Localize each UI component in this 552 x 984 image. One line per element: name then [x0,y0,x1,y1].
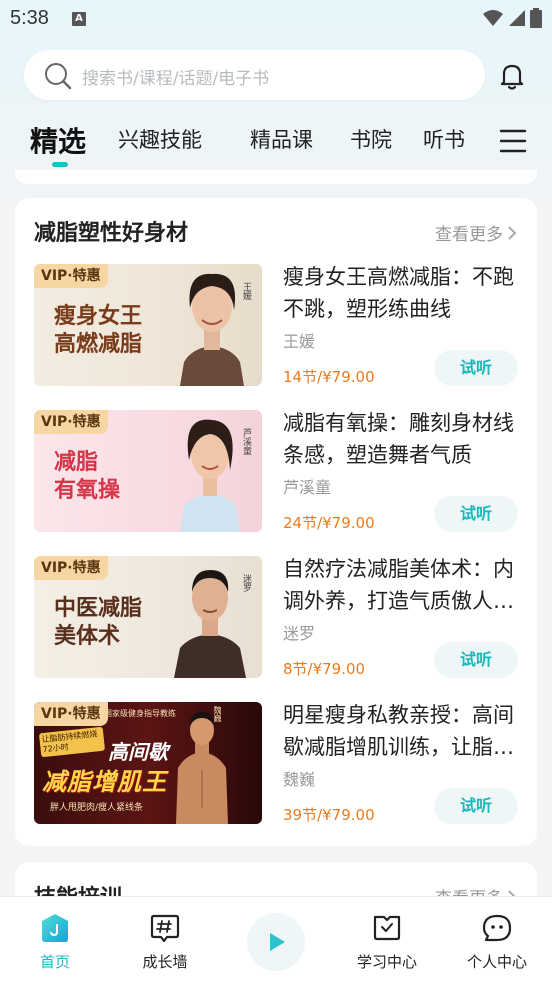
course-title[interactable]: 自然疗法减脂美体术：内调外养，打造气质傲人身材 [283,553,523,617]
thumbnail-line: 瘦身女王 [54,303,143,329]
course-price: 39节/¥79.00 [283,806,375,824]
course-author: 魏巍 [283,770,316,789]
search-row: 搜索书/课程/话题/电子书 [0,50,552,102]
search-placeholder: 搜索书/课程/话题/电子书 [82,69,270,89]
wifi-icon [483,10,503,26]
section-card-fat-loss: 减脂塑性好身材 查看更多 VIP·特惠 瘦身女王 高燃减脂 王媛 瘦身女王高燃减… [15,198,537,846]
course-item[interactable]: VIP·特惠 国家级健身指导教练 让脂肪持续燃烧72小时 高间歇 减脂增肌王 胖… [34,702,524,824]
thumbnail-subtitle: 胖人甩肥肉/瘦人紧线条 [50,803,144,813]
nav-label: 首页 [39,953,70,971]
course-price: 24节/¥79.00 [283,514,375,532]
thumbnail-line: 有氧操 [54,477,121,503]
trial-listen-button[interactable]: 试听 [434,788,518,824]
hashtag-icon [150,914,180,943]
menu-icon[interactable] [499,128,527,154]
instructor-tag: 芦溪童 [241,428,251,455]
course-item[interactable]: VIP·特惠 瘦身女王 高燃减脂 王媛 瘦身女王高燃减脂：不跑不跳，塑形练曲线 … [34,264,524,386]
category-tabs: 精选 兴趣技能 精品课 书院 听书 [0,116,552,170]
thumbnail-caption: 瘦身女王 高燃减脂 [54,302,142,358]
tab-interest-skills[interactable]: 兴趣技能 [118,124,202,154]
system-icons [482,8,542,28]
signal-icon [509,10,525,26]
instructor-tag: 迷罗 [241,574,251,592]
thumbnail-line: 美体术 [54,623,121,649]
audio-play-button[interactable] [247,913,305,971]
see-more-link[interactable]: 查看更多 [435,220,517,245]
vip-discount-badge: VIP·特惠 [34,702,108,726]
course-author: 芦溪童 [283,478,332,497]
thumbnail-burn-badge: 让脂肪持续燃烧72小时 [38,726,106,758]
course-title[interactable]: 减脂有氧操：雕刻身材线条感，塑造舞者气质 [283,407,523,471]
instructor-tag: 魏巍 [213,706,222,722]
course-item[interactable]: VIP·特惠 中医减脂 美体术 迷罗 自然疗法减脂美体术：内调外养，打造气质傲人… [34,556,524,678]
vip-discount-badge: VIP·特惠 [34,410,108,434]
thumbnail-caption: 中医减脂 美体术 [54,594,142,650]
search-input[interactable]: 搜索书/课程/话题/电子书 [24,50,485,100]
thumbnail-caption: 减脂 有氧操 [54,448,120,504]
previous-card-bottom [15,170,537,184]
see-more-label: 查看更多 [435,225,503,245]
search-icon [45,63,72,90]
tab-featured[interactable]: 精选 [30,120,86,160]
vip-discount-badge: VIP·特惠 [34,264,108,288]
status-time: 5:38 [10,7,49,29]
course-thumbnail[interactable]: VIP·特惠 减脂 有氧操 芦溪童 [34,410,262,532]
course-price: 14节/¥79.00 [283,368,375,386]
tab-academy[interactable]: 书院 [350,124,392,154]
course-thumbnail[interactable]: VIP·特惠 国家级健身指导教练 让脂肪持续燃烧72小时 高间歇 减脂增肌王 胖… [34,702,262,824]
tab-active-indicator [52,162,68,167]
battery-icon [530,8,542,28]
thumbnail-line: 高间歇 [108,740,168,764]
course-thumbnail[interactable]: VIP·特惠 中医减脂 美体术 迷罗 [34,556,262,678]
course-price: 8节/¥79.00 [283,660,366,678]
instructor-tag: 王媛 [241,282,251,300]
nav-label: 学习中心 [356,953,417,971]
profile-icon [482,914,512,942]
bottom-navigation: 首页 成长墙 学习中心 个人中心 [0,896,552,984]
thumbnail-line: 减脂增肌王 [42,768,167,796]
bell-icon[interactable] [496,60,528,92]
course-thumbnail[interactable]: VIP·特惠 瘦身女王 高燃减脂 王媛 [34,264,262,386]
trial-listen-button[interactable]: 试听 [434,350,518,386]
trial-listen-button[interactable]: 试听 [434,642,518,678]
play-icon [270,933,285,951]
course-item[interactable]: VIP·特惠 减脂 有氧操 芦溪童 减脂有氧操：雕刻身材线条感，塑造舞者气质 芦… [34,410,524,532]
a-notification-icon: A [72,12,86,26]
vip-discount-badge: VIP·特惠 [34,556,108,580]
nav-label: 个人中心 [466,953,527,971]
chevron-right-icon [508,225,517,240]
study-icon [373,915,401,941]
section-title: 减脂塑性好身材 [34,221,189,246]
course-author: 王媛 [283,332,316,351]
course-author: 迷罗 [283,624,316,643]
nav-label: 成长墙 [142,953,188,971]
thumbnail-line: 减脂 [54,449,99,475]
tab-premium-courses[interactable]: 精品课 [250,124,313,154]
course-title[interactable]: 瘦身女王高燃减脂：不跑不跳，塑形练曲线 [283,261,523,325]
trial-listen-button[interactable]: 试听 [434,496,518,532]
thumbnail-line: 高燃减脂 [54,331,143,357]
instructor-photo [176,712,228,824]
home-icon [42,914,68,942]
tab-audiobooks[interactable]: 听书 [423,124,465,154]
thumbnail-top-text: 国家级健身指导教练 [104,709,176,718]
thumbnail-line: 中医减脂 [54,595,143,621]
course-title[interactable]: 明星瘦身私教亲授：高间歇减脂增肌训练，让脂肪持续燃烧 [283,699,523,763]
status-bar: 5:38 A [0,0,552,38]
